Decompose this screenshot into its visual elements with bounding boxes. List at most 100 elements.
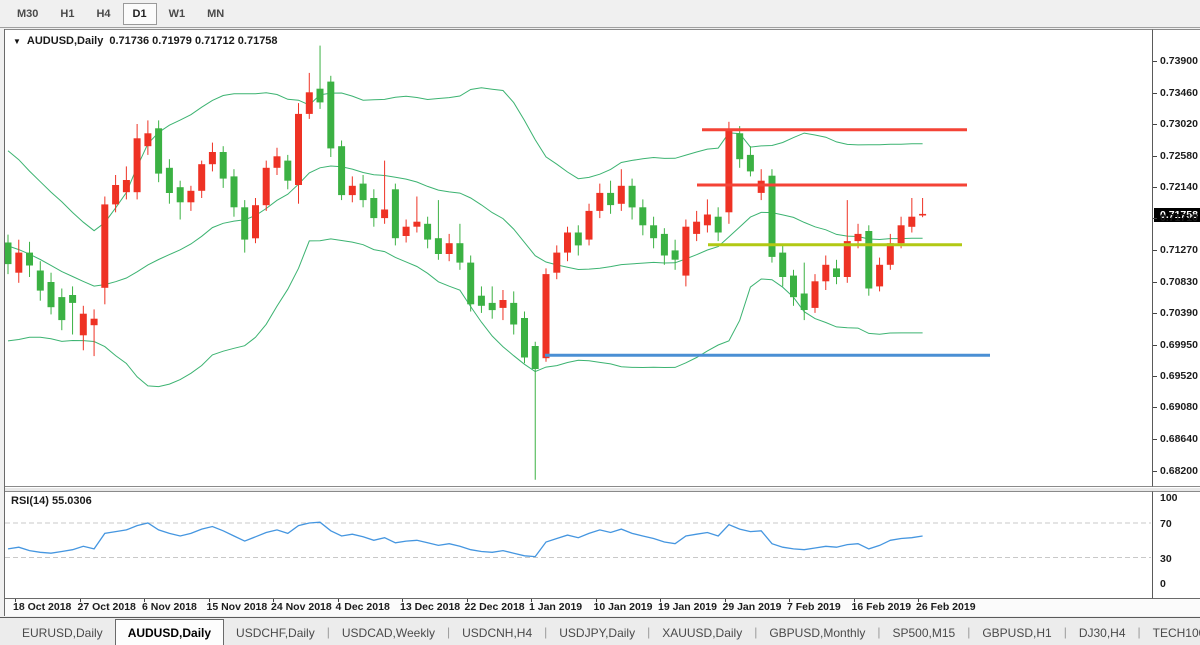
candle-body bbox=[521, 318, 528, 358]
candle-body bbox=[801, 294, 808, 311]
candle-body bbox=[596, 193, 603, 211]
price-tick-label: 0.70390 bbox=[1160, 307, 1198, 319]
timeframe-button-d1[interactable]: D1 bbox=[123, 3, 157, 25]
candle-body bbox=[48, 282, 55, 307]
candle-body bbox=[263, 168, 270, 205]
rsi-line bbox=[8, 522, 923, 556]
rsi-tick-label: 0 bbox=[1160, 578, 1166, 590]
price-tickmark bbox=[1153, 345, 1157, 346]
chart-tab-usdjpy[interactable]: USDJPY,Daily bbox=[547, 621, 647, 645]
date-label: 24 Nov 2018 bbox=[271, 601, 332, 613]
candle-body bbox=[887, 243, 894, 265]
candle-body bbox=[467, 263, 474, 305]
rsi-axis[interactable]: 10070300 bbox=[1152, 491, 1200, 599]
chart-tab-gbpusd[interactable]: GBPUSD,H1 bbox=[970, 621, 1063, 645]
chart-tab-sp500[interactable]: SP500,M15 bbox=[881, 621, 968, 645]
candle-body bbox=[338, 146, 345, 195]
price-axis[interactable]: 0.71758 0.739000.734600.730200.725800.72… bbox=[1152, 29, 1200, 487]
symbol-label: AUDUSD,Daily bbox=[27, 35, 103, 47]
chevron-down-icon[interactable]: ▼ bbox=[13, 37, 21, 46]
candle-body bbox=[155, 128, 162, 173]
candle-body bbox=[715, 217, 722, 233]
date-label: 7 Feb 2019 bbox=[787, 601, 841, 613]
candle-body bbox=[500, 300, 507, 308]
price-tick-label: 0.69520 bbox=[1160, 370, 1198, 382]
candle-body bbox=[639, 207, 646, 225]
candle-body bbox=[26, 253, 33, 266]
chart-tab-usdchf[interactable]: USDCHF,Daily bbox=[224, 621, 327, 645]
candle-body bbox=[607, 193, 614, 205]
date-label: 22 Dec 2018 bbox=[465, 601, 525, 613]
date-label: 10 Jan 2019 bbox=[594, 601, 653, 613]
price-tick-label: 0.69950 bbox=[1160, 339, 1198, 351]
price-tickmark bbox=[1153, 156, 1157, 157]
candle-body bbox=[220, 152, 227, 179]
candle-body bbox=[392, 189, 399, 238]
candle-body bbox=[553, 253, 560, 273]
price-tickmark bbox=[1153, 124, 1157, 125]
price-tick-label: 0.72140 bbox=[1160, 181, 1198, 193]
candle-body bbox=[187, 191, 194, 203]
candle-body bbox=[317, 89, 324, 103]
chart-tab-audusd[interactable]: AUDUSD,Daily bbox=[115, 619, 224, 645]
date-axis[interactable]: 18 Oct 201827 Oct 20186 Nov 201815 Nov 2… bbox=[5, 599, 1200, 616]
candle-body bbox=[478, 296, 485, 306]
candle-body bbox=[865, 231, 872, 289]
chart-tab-usdcnh[interactable]: USDCNH,H4 bbox=[450, 621, 544, 645]
date-label: 19 Jan 2019 bbox=[658, 601, 717, 613]
candle-body bbox=[327, 82, 334, 149]
price-tickmark bbox=[1153, 282, 1157, 283]
candle-body bbox=[101, 204, 108, 287]
price-tickmark bbox=[1153, 439, 1157, 440]
candle-body bbox=[446, 243, 453, 254]
timeframe-button-mn[interactable]: MN bbox=[197, 3, 234, 25]
candle-body bbox=[241, 207, 248, 239]
candlestick-series bbox=[5, 46, 926, 480]
price-tick-label: 0.70830 bbox=[1160, 276, 1198, 288]
date-label: 4 Dec 2018 bbox=[336, 601, 390, 613]
chart-tab-xauusd[interactable]: XAUUSD,Daily bbox=[650, 621, 754, 645]
price-tick-label: 0.68640 bbox=[1160, 433, 1198, 445]
candle-body bbox=[252, 205, 259, 238]
date-label: 27 Oct 2018 bbox=[78, 601, 136, 613]
chart-window: ▼ AUDUSD,Daily 0.71736 0.71979 0.71712 0… bbox=[4, 29, 1200, 616]
candle-body bbox=[575, 233, 582, 246]
candle-body bbox=[564, 233, 571, 253]
timeframe-button-h4[interactable]: H4 bbox=[86, 3, 120, 25]
rsi-tick-label: 30 bbox=[1160, 553, 1172, 565]
chart-tab-eurusd[interactable]: EURUSD,Daily bbox=[10, 621, 115, 645]
candle-body bbox=[919, 214, 926, 216]
main-price-panel: ▼ AUDUSD,Daily 0.71736 0.71979 0.71712 0… bbox=[5, 29, 1152, 487]
candle-body bbox=[5, 243, 12, 265]
candle-body bbox=[112, 185, 119, 204]
candle-body bbox=[908, 217, 915, 227]
candle-body bbox=[424, 224, 431, 240]
candle-body bbox=[284, 161, 291, 181]
candle-body bbox=[812, 281, 819, 308]
price-tick-label: 0.73020 bbox=[1160, 118, 1198, 130]
candle-body bbox=[618, 186, 625, 204]
price-tick-label: 0.68200 bbox=[1160, 465, 1198, 477]
candle-body bbox=[693, 222, 700, 234]
candle-body bbox=[489, 303, 496, 310]
price-tickmark bbox=[1153, 93, 1157, 94]
timeframe-button-w1[interactable]: W1 bbox=[159, 3, 196, 25]
price-tickmark bbox=[1153, 250, 1157, 251]
chart-tab-gbpusd[interactable]: GBPUSD,Monthly bbox=[757, 621, 877, 645]
timeframe-button-h1[interactable]: H1 bbox=[50, 3, 84, 25]
chart-tab-dj30[interactable]: DJ30,H4 bbox=[1067, 621, 1138, 645]
candle-body bbox=[629, 186, 636, 208]
price-tickmark bbox=[1153, 407, 1157, 408]
candle-body bbox=[435, 238, 442, 254]
timeframe-button-m30[interactable]: M30 bbox=[7, 3, 48, 25]
rsi-indicator-label: RSI(14) 55.0306 bbox=[11, 495, 92, 507]
candle-body bbox=[349, 186, 356, 195]
candle-body bbox=[37, 271, 44, 291]
chart-tab-usdcad[interactable]: USDCAD,Weekly bbox=[330, 621, 447, 645]
ohlc-values: 0.71736 0.71979 0.71712 0.71758 bbox=[109, 35, 277, 47]
candle-body bbox=[532, 346, 539, 369]
price-tick-label: 0.73900 bbox=[1160, 55, 1198, 67]
candle-body bbox=[403, 227, 410, 236]
chart-tab-tech100[interactable]: TECH100,H bbox=[1141, 621, 1200, 645]
candle-body bbox=[586, 211, 593, 240]
